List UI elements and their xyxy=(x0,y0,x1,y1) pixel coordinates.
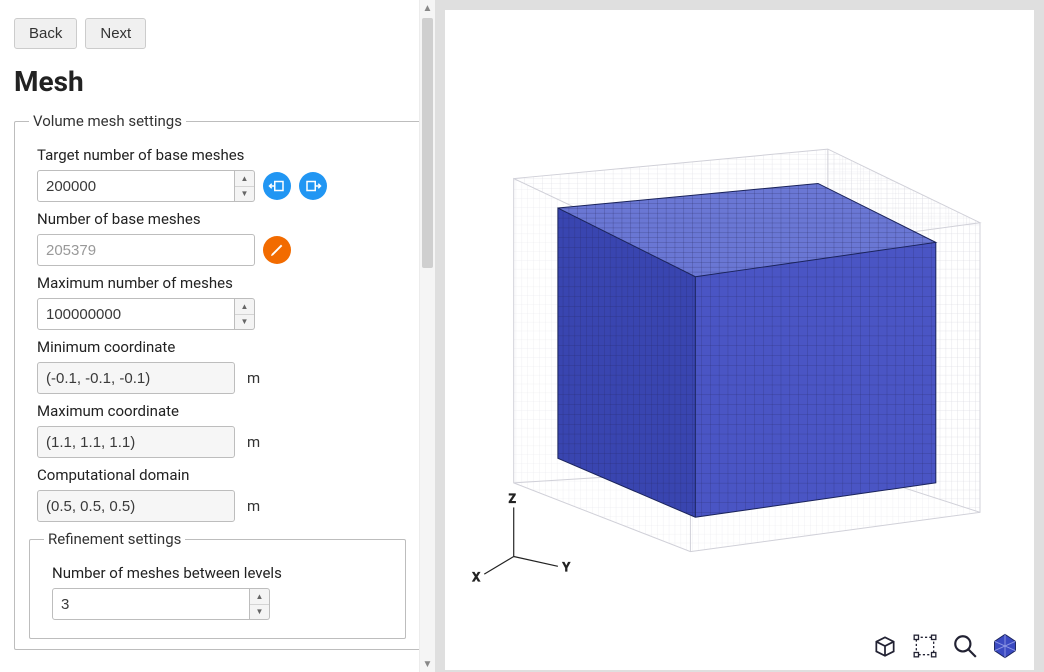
back-button[interactable]: Back xyxy=(14,18,77,49)
spinner-up-icon[interactable]: ▲ xyxy=(235,171,254,187)
refinement-settings: Refinement settings Number of meshes bet… xyxy=(29,530,406,639)
cube-icon xyxy=(872,633,898,659)
target-base-input[interactable] xyxy=(37,170,235,202)
expand-domain-button[interactable] xyxy=(299,172,327,200)
max-coord-input[interactable] xyxy=(37,426,235,458)
num-base-label: Number of base meshes xyxy=(37,210,406,228)
mesh-cube-icon: Z Y X xyxy=(445,10,1034,622)
axis-x-label: X xyxy=(472,570,480,584)
between-levels-spinner[interactable]: ▲▼ xyxy=(250,588,270,620)
scrollbar-thumb[interactable] xyxy=(422,18,433,268)
show-poly-button[interactable] xyxy=(990,631,1020,661)
between-levels-input[interactable] xyxy=(52,588,250,620)
comp-domain-input[interactable] xyxy=(37,490,235,522)
viewport-panel: Z Y X xyxy=(435,0,1044,672)
box-arrow-right-icon xyxy=(304,177,322,195)
max-coord-unit: m xyxy=(247,433,260,451)
max-meshes-label: Maximum number of meshes xyxy=(37,274,406,292)
pencil-icon xyxy=(269,242,285,258)
max-meshes-spinner[interactable]: ▲▼ xyxy=(235,298,255,330)
spinner-down-icon[interactable]: ▼ xyxy=(250,605,269,620)
show-bounds-button[interactable] xyxy=(910,631,940,661)
max-meshes-input[interactable] xyxy=(37,298,235,330)
3d-viewport[interactable]: Z Y X xyxy=(445,10,1034,622)
comp-domain-label: Computational domain xyxy=(37,466,406,484)
scrollbar-up-icon[interactable]: ▲ xyxy=(420,0,435,16)
nav-row: Back Next xyxy=(14,18,421,49)
target-base-label: Target number of base meshes xyxy=(37,146,406,164)
viewport-toolbar xyxy=(445,622,1034,670)
min-coord-unit: m xyxy=(247,369,260,387)
spinner-up-icon[interactable]: ▲ xyxy=(250,589,269,605)
magnifier-icon xyxy=(952,633,978,659)
min-coord-label: Minimum coordinate xyxy=(37,338,406,356)
box-arrow-left-icon xyxy=(268,177,286,195)
comp-domain-unit: m xyxy=(247,497,260,515)
fit-domain-button[interactable] xyxy=(263,172,291,200)
axis-y-label: Y xyxy=(563,560,570,574)
compute-button[interactable] xyxy=(263,236,291,264)
max-coord-label: Maximum coordinate xyxy=(37,402,406,420)
min-coord-input[interactable] xyxy=(37,362,235,394)
target-base-spinner[interactable]: ▲▼ xyxy=(235,170,255,202)
axis-z-label: Z xyxy=(509,492,516,506)
bbox-icon xyxy=(912,633,938,659)
next-button[interactable]: Next xyxy=(85,18,146,49)
volume-mesh-legend: Volume mesh settings xyxy=(29,112,186,130)
show-solid-button[interactable] xyxy=(870,631,900,661)
spinner-up-icon[interactable]: ▲ xyxy=(235,299,254,315)
scrollbar-down-icon[interactable]: ▼ xyxy=(420,656,435,672)
zoom-button[interactable] xyxy=(950,631,980,661)
num-base-input xyxy=(37,234,255,266)
scrollbar[interactable]: ▲ ▼ xyxy=(419,0,435,672)
spinner-down-icon[interactable]: ▼ xyxy=(235,187,254,202)
refinement-legend: Refinement settings xyxy=(44,530,185,548)
volume-mesh-settings: Volume mesh settings Target number of ba… xyxy=(14,112,421,650)
spinner-down-icon[interactable]: ▼ xyxy=(235,315,254,330)
polyhedron-icon xyxy=(991,632,1019,660)
between-levels-label: Number of meshes between levels xyxy=(52,564,391,582)
page-title: Mesh xyxy=(14,65,421,98)
settings-panel: Back Next Mesh Volume mesh settings Targ… xyxy=(0,0,435,672)
